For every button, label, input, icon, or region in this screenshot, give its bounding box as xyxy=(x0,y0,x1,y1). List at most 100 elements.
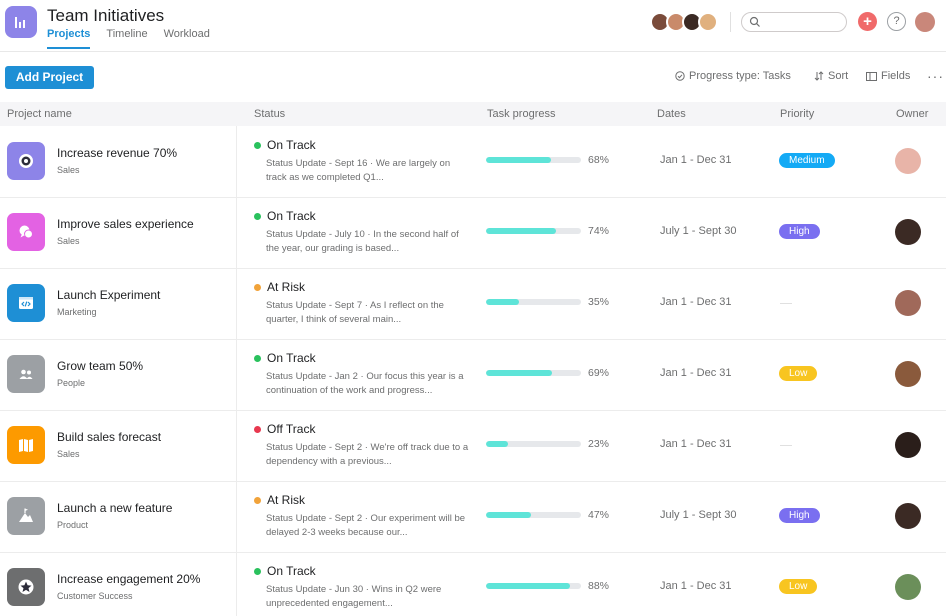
owner-avatar[interactable] xyxy=(895,574,921,600)
status-label[interactable]: Off Track xyxy=(267,422,315,436)
project-dates[interactable]: Jan 1 - Dec 31 xyxy=(660,154,732,166)
fields-icon xyxy=(866,71,877,81)
column-header-status[interactable]: Status xyxy=(254,108,285,120)
task-progress-fill xyxy=(486,157,551,163)
status-update-text[interactable]: Status Update - July 10 · In the second … xyxy=(266,228,471,256)
task-progress-percent: 23% xyxy=(588,438,610,450)
project-team: Sales xyxy=(57,449,80,459)
priority-badge[interactable]: Low xyxy=(779,366,818,381)
priority-badge[interactable]: Low xyxy=(779,579,818,594)
project-icon-tile[interactable] xyxy=(7,426,45,464)
task-progress-bar xyxy=(486,370,581,376)
project-icon-tile[interactable] xyxy=(7,568,45,606)
project-dates[interactable]: July 1 - Sept 30 xyxy=(660,509,736,521)
column-header-dates[interactable]: Dates xyxy=(657,108,686,120)
table-row[interactable]: Improve sales experience Sales On Track Sta… xyxy=(0,198,946,269)
project-icon-tile[interactable] xyxy=(7,355,45,393)
owner-avatar[interactable] xyxy=(895,503,921,529)
chat-bubbles-icon xyxy=(19,225,33,239)
owner-avatar[interactable] xyxy=(895,219,921,245)
member-avatars[interactable] xyxy=(650,12,718,32)
owner-avatar[interactable] xyxy=(895,432,921,458)
check-circle-icon xyxy=(675,71,685,81)
status-label[interactable]: On Track xyxy=(267,138,316,152)
view-tabs: Projects Timeline Workload xyxy=(47,28,210,49)
project-icon-tile[interactable] xyxy=(7,497,45,535)
tab-projects[interactable]: Projects xyxy=(47,28,91,49)
code-window-icon xyxy=(19,297,33,309)
priority-empty[interactable] xyxy=(780,445,792,446)
project-dates[interactable]: Jan 1 - Dec 31 xyxy=(660,367,732,379)
owner-avatar[interactable] xyxy=(895,361,921,387)
project-icon-tile[interactable] xyxy=(7,213,45,251)
tab-workload[interactable]: Workload xyxy=(164,28,210,49)
table-row[interactable]: Build sales forecast Sales Off Track Status… xyxy=(0,411,946,482)
priority-badge[interactable]: Medium xyxy=(779,153,835,168)
owner-avatar[interactable] xyxy=(895,290,921,316)
fields-button[interactable]: Fields xyxy=(866,70,910,82)
owner-avatar[interactable] xyxy=(895,148,921,174)
project-name[interactable]: Increase engagement 20% xyxy=(57,572,200,586)
table-row[interactable]: Grow team 50% People On Track Status Update… xyxy=(0,340,946,411)
status-update-text[interactable]: Status Update - Jun 30 · Wins in Q2 were… xyxy=(266,583,471,611)
project-icon-tile[interactable] xyxy=(7,142,45,180)
project-dates[interactable]: Jan 1 - Dec 31 xyxy=(660,438,732,450)
table-row[interactable]: Increase revenue 70% Sales On Track Status … xyxy=(0,127,946,198)
task-progress-bar xyxy=(486,228,581,234)
task-progress-bar xyxy=(486,299,581,305)
status-label[interactable]: On Track xyxy=(267,209,316,223)
quick-add-button[interactable]: + xyxy=(858,12,877,31)
status-update-text[interactable]: Status Update - Jan 2 · Our focus this y… xyxy=(266,370,471,398)
project-name[interactable]: Launch a new feature xyxy=(57,501,172,515)
user-avatar[interactable] xyxy=(915,12,935,32)
status-dot-icon xyxy=(254,213,261,220)
project-dates[interactable]: July 1 - Sept 30 xyxy=(660,225,736,237)
tab-timeline[interactable]: Timeline xyxy=(106,28,147,49)
sort-button[interactable]: Sort xyxy=(814,70,848,82)
people-icon xyxy=(19,369,33,379)
status-dot-icon xyxy=(254,568,261,575)
map-icon xyxy=(19,439,33,452)
table-row[interactable]: Launch a new feature Product At Risk Status… xyxy=(0,482,946,553)
project-name[interactable]: Increase revenue 70% xyxy=(57,146,177,160)
column-header-task-progress[interactable]: Task progress xyxy=(487,108,555,120)
column-header-project-name[interactable]: Project name xyxy=(7,108,72,120)
task-progress-fill xyxy=(486,583,570,589)
search-icon xyxy=(749,16,760,27)
project-icon-tile[interactable] xyxy=(7,284,45,322)
priority-badge[interactable]: High xyxy=(779,224,820,239)
table-row[interactable]: Increase engagement 20% Customer Success O… xyxy=(0,553,946,616)
status-update-text[interactable]: Status Update - Sept 2 · Our experiment … xyxy=(266,512,471,540)
status-dot-icon xyxy=(254,355,261,362)
project-name[interactable]: Launch Experiment xyxy=(57,288,160,302)
status-dot-icon xyxy=(254,142,261,149)
add-project-button[interactable]: Add Project xyxy=(5,66,94,89)
project-name[interactable]: Improve sales experience xyxy=(57,217,194,231)
project-name[interactable]: Grow team 50% xyxy=(57,359,143,373)
status-label[interactable]: At Risk xyxy=(267,280,305,294)
avatar[interactable] xyxy=(698,12,718,32)
status-label[interactable]: On Track xyxy=(267,564,316,578)
table-row[interactable]: Launch Experiment Marketing At Risk Status … xyxy=(0,269,946,340)
status-label[interactable]: On Track xyxy=(267,351,316,365)
task-progress-bar xyxy=(486,157,581,163)
status-update-text[interactable]: Status Update - Sept 2 · We're off track… xyxy=(266,441,471,469)
column-header-priority[interactable]: Priority xyxy=(780,108,814,120)
project-dates[interactable]: Jan 1 - Dec 31 xyxy=(660,296,732,308)
top-header: Team Initiatives Projects Timeline Workl… xyxy=(0,0,946,52)
status-dot-icon xyxy=(254,426,261,433)
status-update-text[interactable]: Status Update - Sept 16 · We are largely… xyxy=(266,157,471,185)
column-header-owner[interactable]: Owner xyxy=(896,108,928,120)
project-team: Product xyxy=(57,520,89,530)
status-label[interactable]: At Risk xyxy=(267,493,305,507)
priority-badge[interactable]: High xyxy=(779,508,820,523)
more-options-icon[interactable]: ··· xyxy=(927,68,944,84)
project-team: Sales xyxy=(57,236,80,246)
project-dates[interactable]: Jan 1 - Dec 31 xyxy=(660,580,732,592)
priority-empty[interactable] xyxy=(780,303,792,304)
task-progress-fill xyxy=(486,228,557,234)
project-name[interactable]: Build sales forecast xyxy=(57,430,161,444)
help-button[interactable]: ? xyxy=(887,12,906,31)
progress-type-button[interactable]: Progress type: Tasks xyxy=(675,70,791,82)
status-update-text[interactable]: Status Update - Sept 7 · As I reflect on… xyxy=(266,299,471,327)
